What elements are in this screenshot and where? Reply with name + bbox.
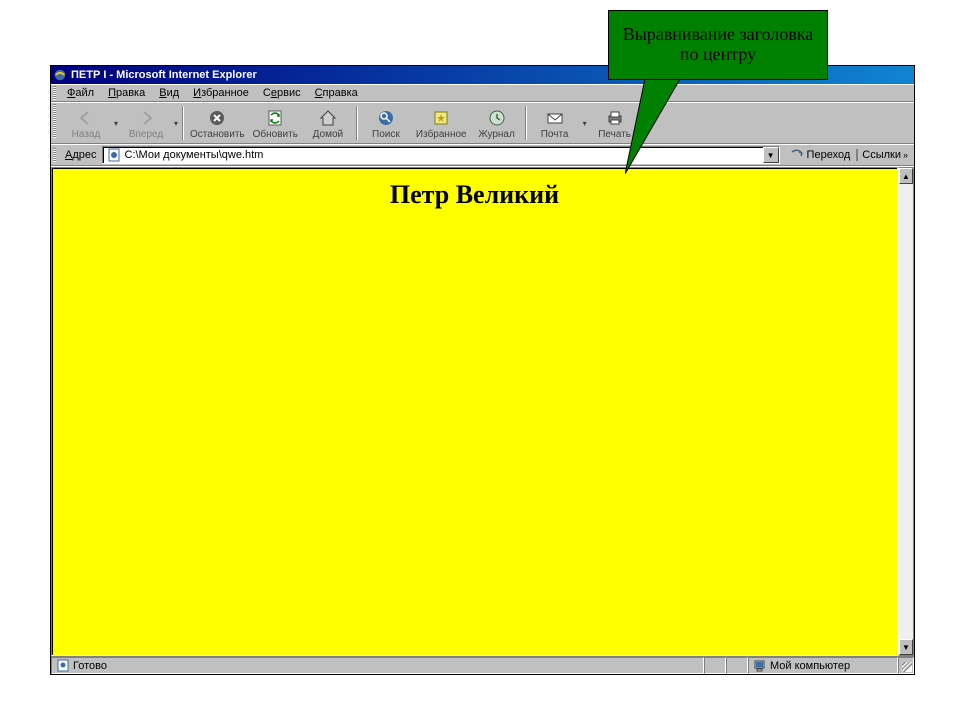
search-button[interactable]: Поиск (360, 104, 412, 142)
zone-text: Мой компьютер (770, 660, 850, 672)
toolbar: Назад ▾ Вперед ▾ Остановить Обновить Дом… (51, 102, 914, 144)
page-content[interactable]: Петр Великий (51, 167, 898, 656)
menu-file[interactable]: Файл (60, 86, 101, 100)
grip-icon[interactable] (53, 104, 56, 138)
page-icon (106, 147, 122, 163)
scroll-down-button[interactable]: ▼ (899, 639, 913, 655)
status-pane-2 (726, 657, 748, 674)
status-zone: Мой компьютер (748, 657, 898, 674)
print-icon (605, 108, 625, 128)
resize-grip[interactable] (898, 657, 914, 674)
chevron-down-icon[interactable]: ▾ (581, 119, 589, 128)
history-button[interactable]: Журнал (471, 104, 523, 142)
statusbar: Готово Мой компьютер (51, 656, 914, 674)
menu-favorites[interactable]: Избранное (186, 86, 256, 100)
links-button[interactable]: Ссылки » (856, 149, 912, 161)
separator (525, 106, 527, 140)
mail-icon (545, 108, 565, 128)
favorites-button[interactable]: Избранное (412, 104, 471, 142)
home-icon (318, 108, 338, 128)
search-icon (376, 108, 396, 128)
favorites-icon (431, 108, 451, 128)
grip-icon[interactable] (53, 148, 56, 162)
menu-help[interactable]: Справка (308, 86, 365, 100)
home-button[interactable]: Домой (302, 104, 354, 142)
status-text: Готово (73, 660, 107, 672)
status-pane-1 (704, 657, 726, 674)
page-icon (56, 659, 70, 673)
menu-tools[interactable]: Сервис (256, 86, 308, 100)
callout-annotation: Выравнивание заголовка по центру (608, 10, 828, 80)
browser-window: ПЕТР I - Microsoft Internet Explorer Фай… (50, 65, 915, 675)
status-main: Готово (51, 657, 704, 674)
chevron-right-icon: » (901, 150, 908, 160)
address-dropdown-button[interactable]: ▼ (763, 147, 779, 163)
history-icon (487, 108, 507, 128)
separator (182, 106, 184, 140)
forward-arrow-icon (136, 108, 156, 128)
menu-view[interactable]: Вид (152, 86, 186, 100)
back-button[interactable]: Назад (60, 104, 112, 142)
scroll-track[interactable] (899, 184, 913, 639)
menu-edit[interactable]: Правка (101, 86, 152, 100)
chevron-down-icon[interactable]: ▾ (172, 119, 180, 128)
refresh-button[interactable]: Обновить (249, 104, 302, 142)
chevron-down-icon[interactable]: ▾ (112, 119, 120, 128)
address-label: Адрес (60, 149, 102, 161)
stop-button[interactable]: Остановить (186, 104, 249, 142)
grip-icon[interactable] (53, 86, 56, 100)
mail-button[interactable]: Почта (529, 104, 581, 142)
go-arrow-icon (790, 148, 804, 162)
menubar: Файл Правка Вид Избранное Сервис Справка (51, 84, 914, 102)
separator (356, 106, 358, 140)
callout-text: Выравнивание заголовка по центру (619, 25, 817, 65)
viewport: Петр Великий ▲ ▼ (51, 166, 914, 656)
page-heading: Петр Великий (52, 180, 897, 210)
vertical-scrollbar[interactable]: ▲ ▼ (898, 167, 914, 656)
stop-icon (207, 108, 227, 128)
forward-button[interactable]: Вперед (120, 104, 172, 142)
refresh-icon (265, 108, 285, 128)
go-button[interactable]: Переход (784, 148, 857, 162)
computer-icon (753, 659, 767, 673)
back-arrow-icon (76, 108, 96, 128)
ie-icon (53, 68, 67, 82)
scroll-up-button[interactable]: ▲ (899, 168, 913, 184)
address-bar: Адрес C:\Мои документы\qwe.htm ▼ Переход… (51, 144, 914, 166)
